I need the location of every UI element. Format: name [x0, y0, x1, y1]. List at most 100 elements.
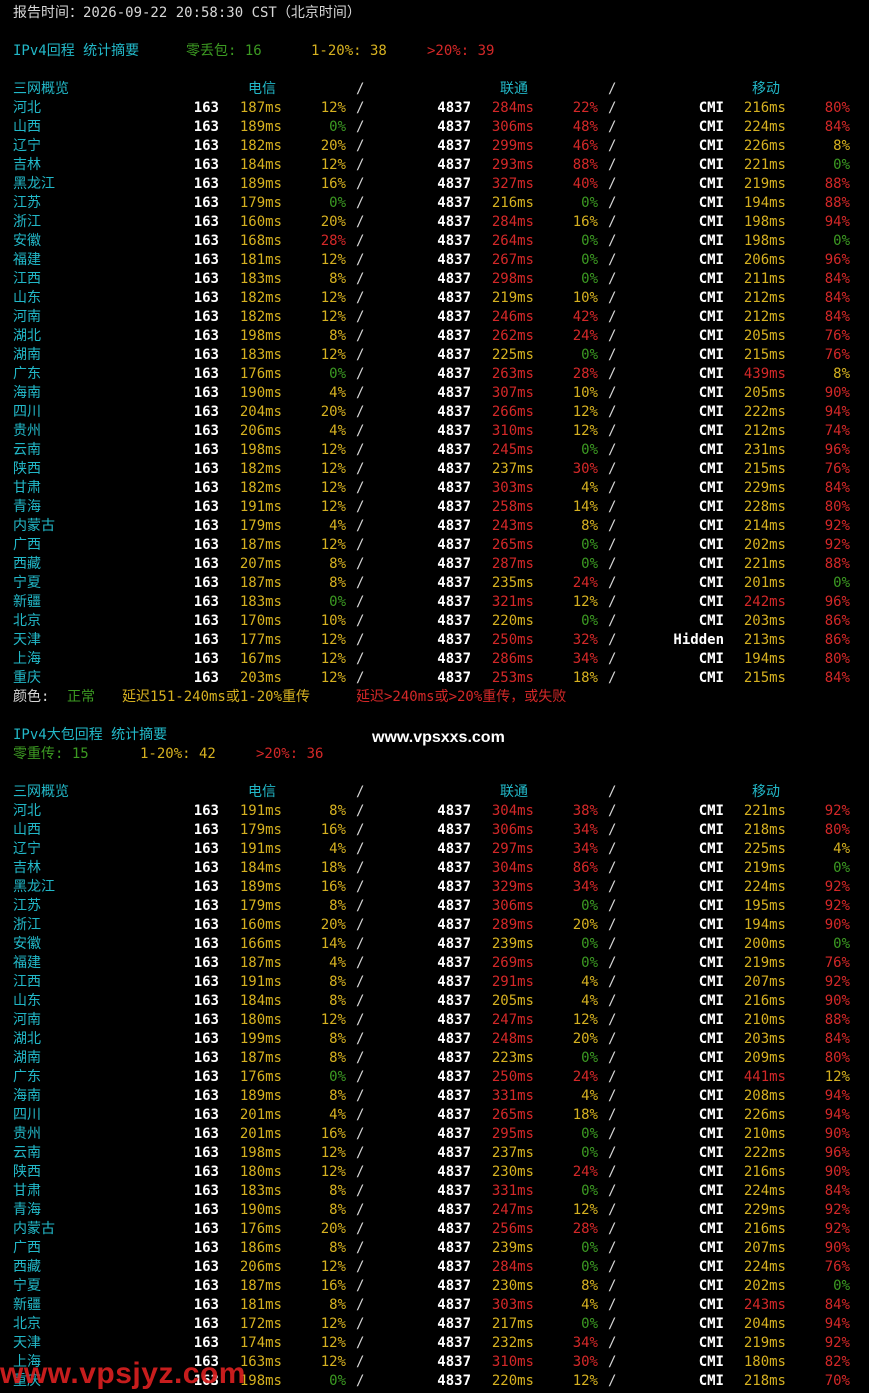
table-row: 辽宁 163 182ms 20% / 4837 299ms 46% / CMI 226ms 8% — [0, 137, 869, 156]
telecom-loss: 8% — [329, 271, 346, 287]
mobile-loss: 80% — [824, 100, 850, 116]
row-sep: / — [356, 385, 365, 401]
mobile-loss: 0% — [833, 860, 850, 876]
row-sep: / — [356, 841, 365, 857]
telecom-loss: 12% — [320, 309, 346, 325]
mobile-latency: 215ms — [743, 461, 786, 477]
telecom-asn: 163 — [193, 537, 219, 553]
unicom-loss: 0% — [581, 195, 598, 211]
unicom-asn: 4837 — [437, 613, 471, 629]
mobile-asn: CMI — [698, 1297, 724, 1313]
telecom-loss: 20% — [320, 404, 346, 420]
mobile-latency: 201ms — [743, 575, 786, 591]
mobile-latency: 206ms — [743, 252, 786, 268]
row-sep: / — [356, 233, 365, 249]
row-region: 吉林 — [13, 860, 41, 876]
row-sep: / — [356, 898, 365, 914]
unicom-asn: 4837 — [437, 214, 471, 230]
row-sep: / — [608, 955, 617, 971]
col-unicom: 联通 — [500, 784, 528, 800]
unicom-latency: 284ms — [491, 100, 534, 116]
mobile-loss: 86% — [824, 632, 850, 648]
mobile-asn: CMI — [698, 214, 724, 230]
mobile-latency: 209ms — [743, 1050, 786, 1066]
mobile-latency: 226ms — [743, 138, 786, 154]
mobile-loss: 84% — [824, 480, 850, 496]
unicom-latency: 237ms — [491, 1145, 534, 1161]
telecom-latency: 183ms — [239, 271, 282, 287]
unicom-loss: 12% — [572, 594, 598, 610]
row-sep: / — [608, 594, 617, 610]
col-sep: / — [356, 81, 365, 97]
table-row: 宁夏 163 187ms 8% / 4837 235ms 24% / CMI 201ms 0% — [0, 574, 869, 593]
unicom-loss: 88% — [572, 157, 598, 173]
telecom-latency: 198ms — [239, 1373, 282, 1389]
telecom-loss: 20% — [320, 138, 346, 154]
unicom-latency: 250ms — [491, 1069, 534, 1085]
telecom-latency: 207ms — [239, 556, 282, 572]
row-region: 海南 — [13, 385, 41, 401]
row-sep: / — [356, 309, 365, 325]
table-row: 贵州 163 206ms 4% / 4837 310ms 12% / CMI 212ms 74% — [0, 422, 869, 441]
unicom-latency: 205ms — [491, 993, 534, 1009]
mobile-loss: 86% — [824, 613, 850, 629]
mobile-latency: 439ms — [743, 366, 786, 382]
telecom-asn: 163 — [193, 841, 219, 857]
unicom-latency: 232ms — [491, 1335, 534, 1351]
row-sep: / — [608, 1221, 617, 1237]
unicom-loss: 0% — [581, 613, 598, 629]
mobile-asn: CMI — [698, 879, 724, 895]
row-sep: / — [608, 1107, 617, 1123]
mobile-latency: 219ms — [743, 176, 786, 192]
telecom-asn: 163 — [193, 347, 219, 363]
telecom-loss: 16% — [320, 822, 346, 838]
telecom-asn: 163 — [193, 632, 219, 648]
row-sep: / — [356, 803, 365, 819]
mobile-loss: 84% — [824, 119, 850, 135]
column-header: 三网概览 电信 / 联通 / 移动 — [0, 783, 869, 802]
unicom-asn: 4837 — [437, 803, 471, 819]
mobile-latency: 216ms — [743, 1164, 786, 1180]
mobile-asn: CMI — [698, 1088, 724, 1104]
mobile-asn: CMI — [698, 385, 724, 401]
table-row: 河南 163 180ms 12% / 4837 247ms 12% / CMI 210ms 88% — [0, 1011, 869, 1030]
unicom-asn: 4837 — [437, 841, 471, 857]
mobile-latency: 203ms — [743, 1031, 786, 1047]
mobile-asn: CMI — [698, 803, 724, 819]
mobile-latency: 224ms — [743, 1183, 786, 1199]
telecom-loss: 0% — [329, 594, 346, 610]
mobile-loss: 94% — [824, 404, 850, 420]
telecom-asn: 163 — [193, 1183, 219, 1199]
row-sep: / — [608, 651, 617, 667]
mobile-latency: 215ms — [743, 670, 786, 686]
unicom-loss: 24% — [572, 328, 598, 344]
row-sep: / — [356, 613, 365, 629]
mobile-asn: CMI — [698, 1221, 724, 1237]
mobile-asn: CMI — [698, 119, 724, 135]
table-row: 山东 163 184ms 8% / 4837 205ms 4% / CMI 216ms 90% — [0, 992, 869, 1011]
telecom-latency: 176ms — [239, 1069, 282, 1085]
telecom-asn: 163 — [193, 1221, 219, 1237]
telecom-loss: 4% — [329, 385, 346, 401]
telecom-loss: 0% — [329, 1373, 346, 1389]
mobile-asn: CMI — [698, 1202, 724, 1218]
column-header: 三网概览 电信 / 联通 / 移动 — [0, 80, 869, 99]
row-sep: / — [356, 1164, 365, 1180]
unicom-asn: 4837 — [437, 499, 471, 515]
unicom-loss: 0% — [581, 252, 598, 268]
mobile-loss: 96% — [824, 442, 850, 458]
mobile-loss: 0% — [833, 157, 850, 173]
unicom-latency: 297ms — [491, 841, 534, 857]
telecom-loss: 20% — [320, 1221, 346, 1237]
mobile-latency: 441ms — [743, 1069, 786, 1085]
row-region: 广西 — [13, 1240, 41, 1256]
unicom-asn: 4837 — [437, 1069, 471, 1085]
unicom-asn: 4837 — [437, 347, 471, 363]
row-sep: / — [356, 252, 365, 268]
mobile-latency: 210ms — [743, 1126, 786, 1142]
telecom-loss: 8% — [329, 803, 346, 819]
mobile-latency: 221ms — [743, 556, 786, 572]
telecom-loss: 8% — [329, 898, 346, 914]
unicom-loss: 0% — [581, 1316, 598, 1332]
mobile-asn: CMI — [698, 1183, 724, 1199]
